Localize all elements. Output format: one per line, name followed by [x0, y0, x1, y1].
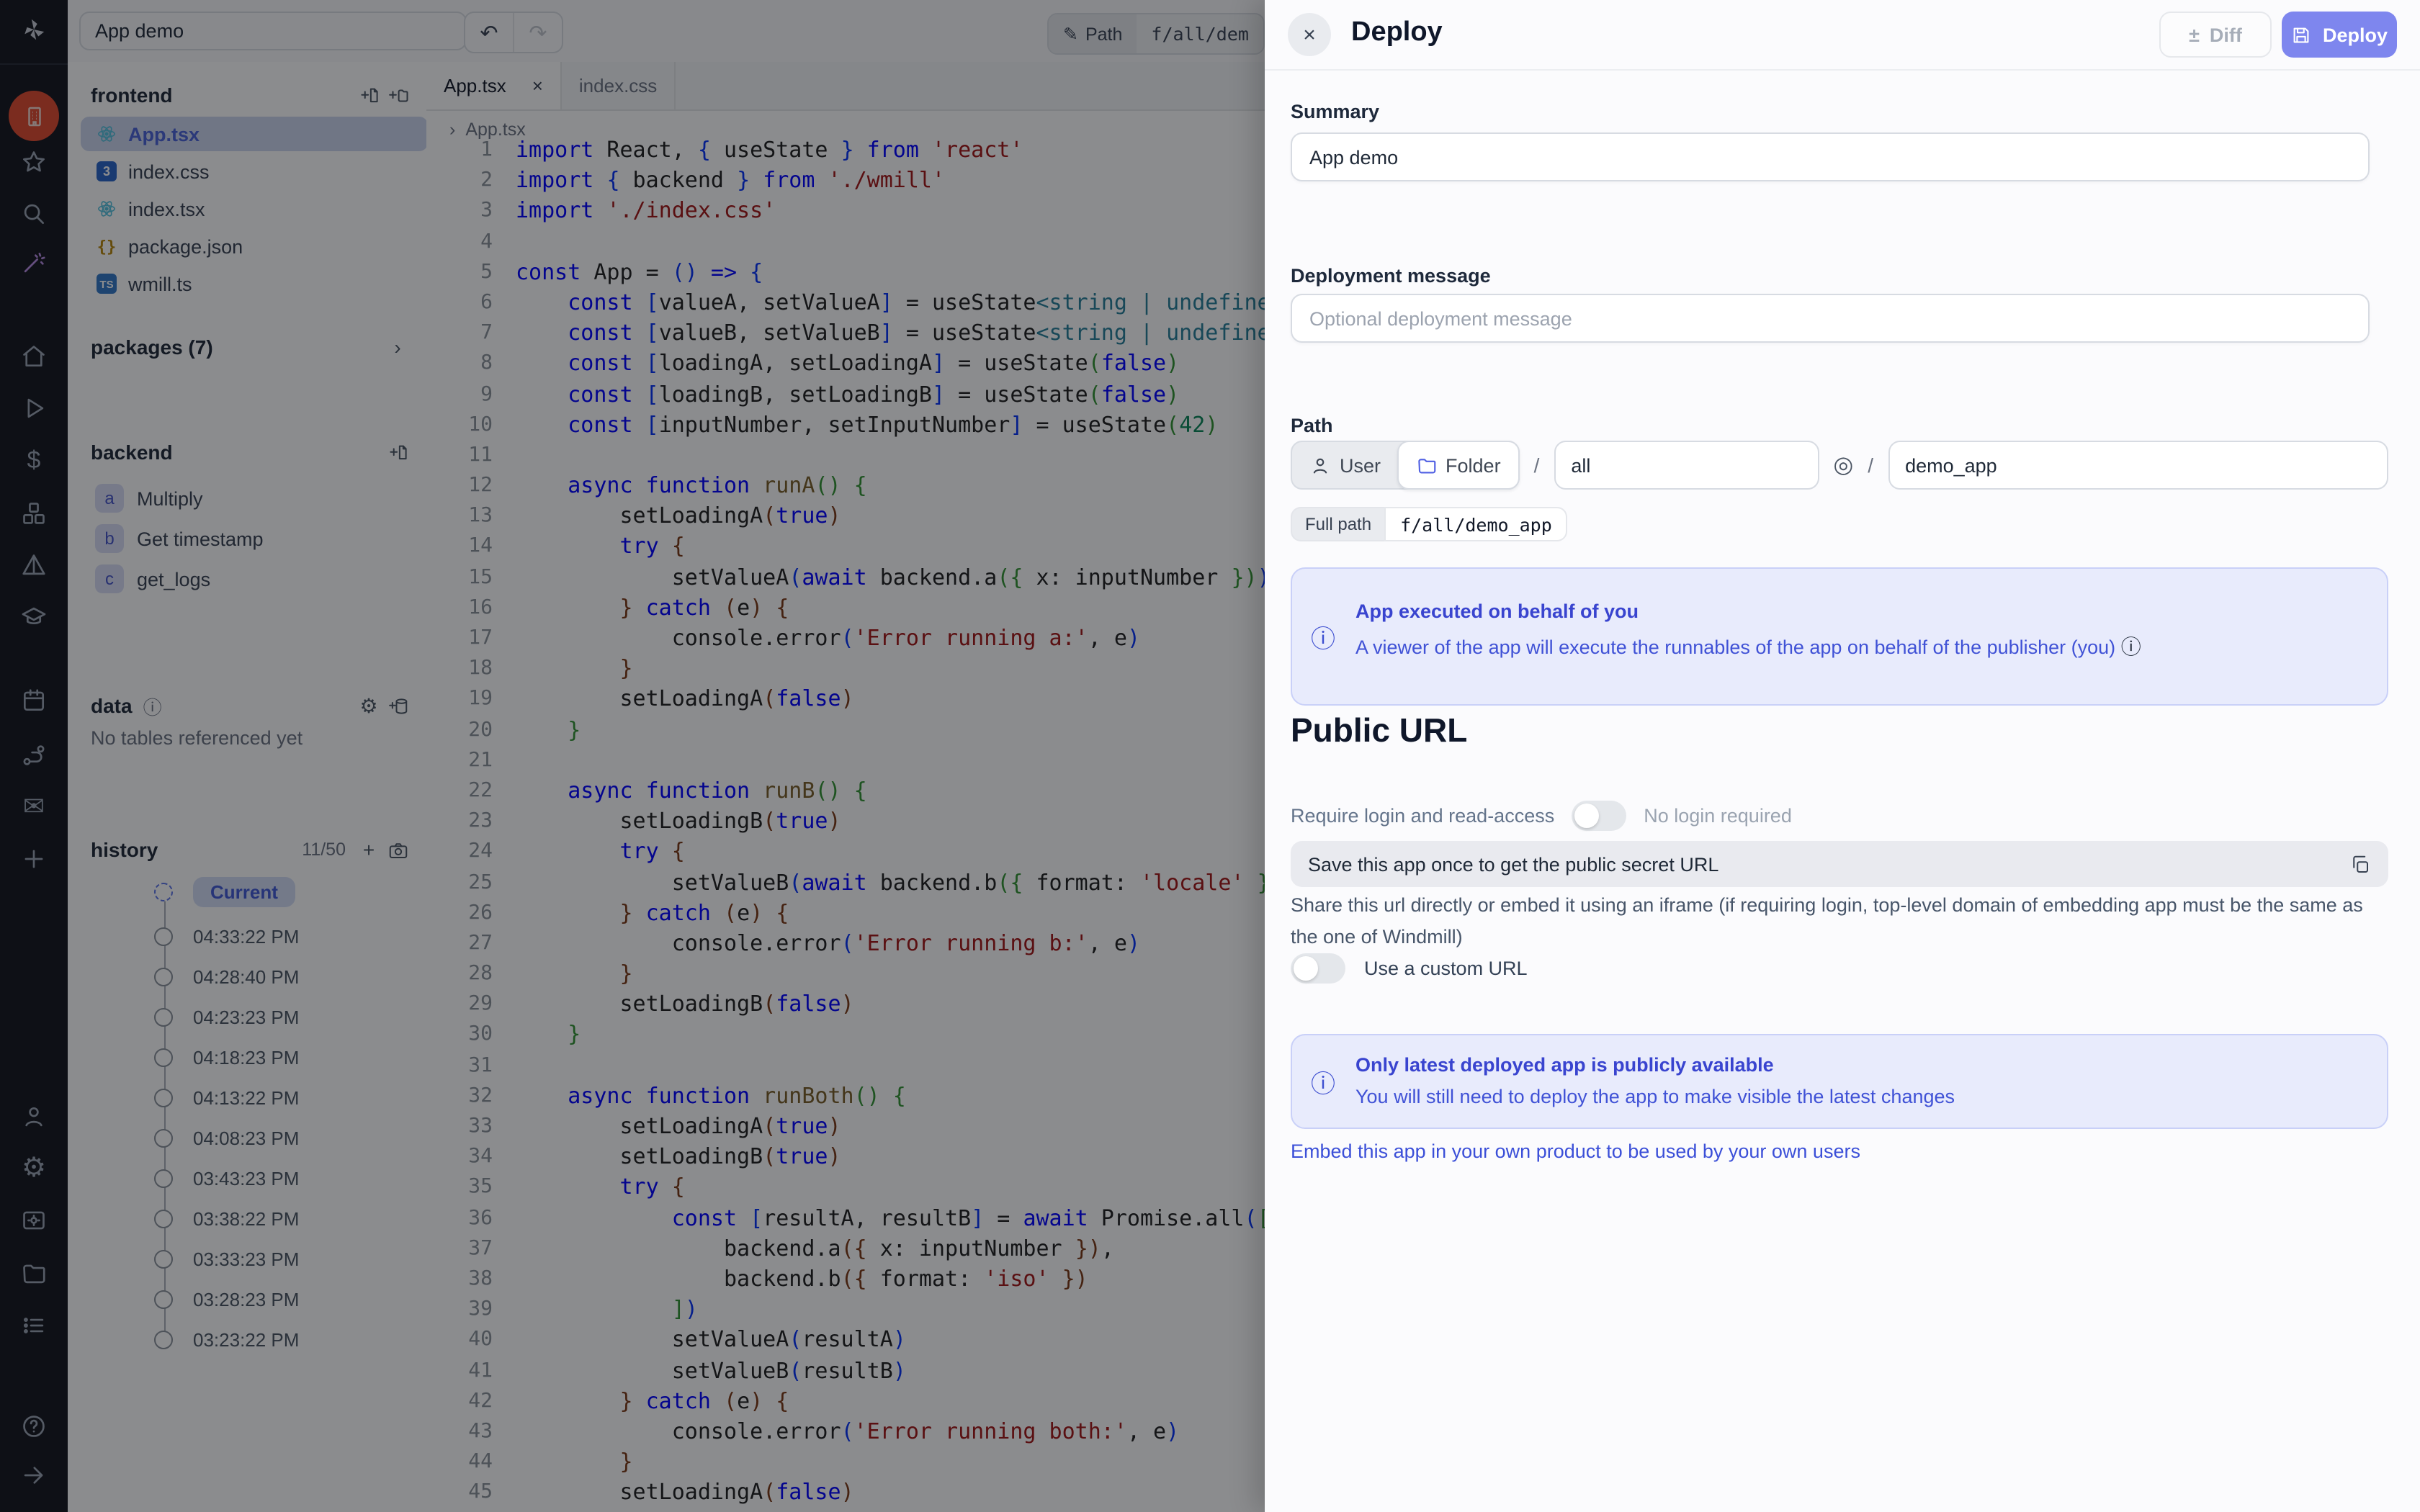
require-login-toggle[interactable] [1572, 801, 1626, 831]
info-icon[interactable]: ⓘ [2121, 635, 2141, 658]
path-separator: / [1534, 454, 1540, 477]
close-icon: × [1303, 22, 1316, 47]
owner-folder-button[interactable]: Folder [1397, 441, 1520, 490]
full-path-row: Full path f/all/demo_app [1291, 507, 1568, 541]
deploy-button[interactable]: Deploy [2282, 12, 2397, 58]
owner-user-button[interactable]: User [1292, 442, 1398, 488]
secret-url-box: Save this app once to get the public sec… [1291, 841, 2388, 887]
info-icon: ⓘ [1311, 618, 1335, 654]
save-icon [2291, 24, 2313, 45]
app-window: ↶ ↷ ✎Path f/all/dem $✉⚙ frontend App.tsx… [0, 0, 2420, 1512]
custom-url-label: Use a custom URL [1364, 958, 1528, 979]
banner-title: Only latest deployed app is publicly ava… [1355, 1054, 1774, 1076]
info-icon: ⓘ [1311, 1063, 1335, 1099]
latest-deploy-banner: ⓘ Only latest deployed app is publicly a… [1291, 1034, 2388, 1129]
public-url-heading: Public URL [1291, 711, 1467, 750]
require-login-label: Require login and read-access [1291, 805, 1554, 827]
full-path-label: Full path [1291, 507, 1384, 541]
summary-input[interactable] [1291, 132, 2370, 181]
owner-user-label: User [1340, 454, 1381, 476]
deploy-button-label: Deploy [2323, 24, 2388, 45]
no-login-label: No login required [1644, 805, 1792, 827]
folder-icon [1415, 454, 1437, 476]
drawer-header: × Deploy ± Diff Deploy [1265, 0, 2420, 71]
custom-url-row: Use a custom URL [1291, 953, 1528, 984]
embed-link[interactable]: Embed this app in your own product to be… [1291, 1140, 1860, 1162]
banner-title: App executed on behalf of you [1355, 600, 1639, 622]
share-description: Share this url directly or embed it usin… [1291, 890, 2385, 953]
path-folder-input[interactable] [1554, 441, 1819, 490]
diff-button[interactable]: ± Diff [2159, 12, 2272, 58]
target-icon[interactable]: ◎ [1833, 451, 1853, 480]
owner-kind-toggle: User Folder [1291, 441, 1520, 490]
secret-url-hint: Save this app once to get the public sec… [1308, 853, 1718, 875]
require-login-row: Require login and read-access No login r… [1291, 801, 1792, 831]
person-icon [1309, 454, 1331, 476]
deployment-message-label: Deployment message [1291, 265, 1491, 287]
banner-body: A viewer of the app will execute the run… [1355, 632, 2141, 661]
modal-backdrop[interactable] [0, 0, 1265, 1512]
drawer-title: Deploy [1351, 17, 1443, 49]
deploy-drawer: × Deploy ± Diff Deploy Summary Deploymen… [1265, 0, 2420, 1512]
path-separator: / [1868, 454, 1873, 477]
custom-url-toggle[interactable] [1291, 953, 1345, 984]
close-drawer-button[interactable]: × [1288, 13, 1331, 56]
summary-label: Summary [1291, 101, 1379, 122]
copy-icon[interactable] [2349, 853, 2371, 875]
full-path-value: f/all/demo_app [1384, 507, 1568, 541]
behalf-info-banner: ⓘ App executed on behalf of you A viewer… [1291, 567, 2388, 706]
diff-button-label: Diff [2210, 24, 2242, 45]
path-label: Path [1291, 415, 1333, 436]
deployment-message-input[interactable] [1291, 294, 2370, 343]
diff-icon: ± [2189, 24, 2200, 45]
banner-body: You will still need to deploy the app to… [1355, 1086, 1955, 1107]
owner-folder-label: Folder [1446, 454, 1501, 476]
path-name-input[interactable] [1888, 441, 2388, 490]
